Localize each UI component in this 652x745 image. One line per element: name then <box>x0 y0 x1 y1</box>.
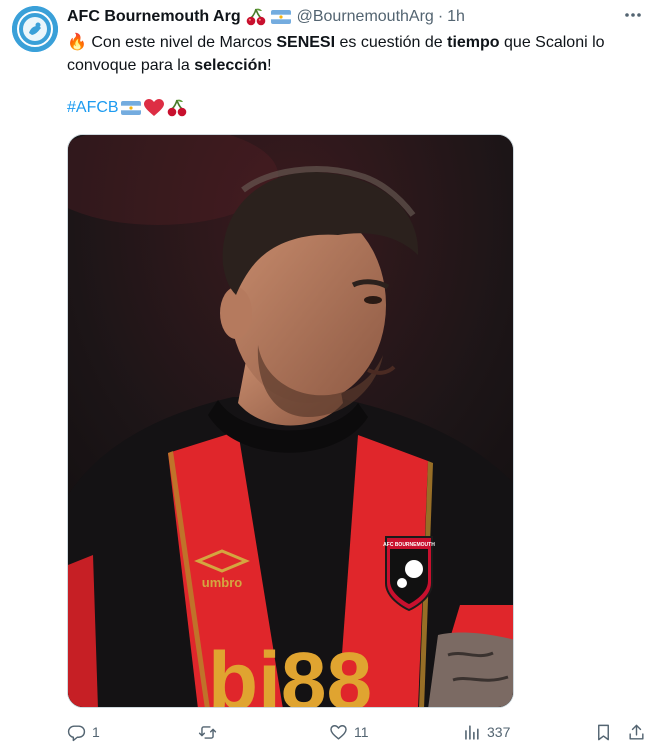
argentina-flag-icon <box>270 10 291 24</box>
hashtag-link[interactable]: #AFCB <box>67 96 119 120</box>
handle[interactable]: @BournemouthArg <box>297 8 434 26</box>
separator: · <box>437 8 444 25</box>
view-count: 337 <box>487 724 511 740</box>
more-icon[interactable] <box>622 4 644 26</box>
tweet-photo[interactable]: umbro AFC BOURNEMOUTH bi88 <box>67 134 514 708</box>
reply-icon <box>67 724 86 741</box>
like-icon <box>330 724 347 740</box>
argentina-flag-icon <box>120 101 141 115</box>
tweet-header: AFC Bournemouth Arg @BournemouthArg · 1h <box>67 6 465 28</box>
tweet-text: 🔥 Con este nivel de Marcos SENESI es cue… <box>67 34 605 74</box>
bookmark-icon <box>598 724 609 740</box>
timestamp[interactable]: 1h <box>447 8 465 26</box>
action-bar: 1 11 337 <box>67 720 647 744</box>
retweet-button[interactable] <box>198 720 223 744</box>
crest-text: AFC BOURNEMOUTH <box>383 542 435 548</box>
like-button[interactable]: 11 <box>329 720 369 744</box>
hashtag-line: #AFCB <box>67 96 187 120</box>
share-icon <box>629 724 644 740</box>
cherries-icon <box>167 99 187 117</box>
avatar[interactable] <box>12 6 58 52</box>
brand-text: umbro <box>202 575 243 590</box>
reply-button[interactable]: 1 <box>67 720 100 744</box>
share-button[interactable] <box>627 720 646 744</box>
views-icon <box>465 724 479 740</box>
retweet-icon <box>198 725 217 739</box>
sponsor-text: bi88 <box>208 636 372 708</box>
views-button[interactable]: 337 <box>462 720 510 744</box>
cherries-icon <box>246 8 266 26</box>
bookmark-button[interactable] <box>594 720 613 744</box>
tweet: AFC Bournemouth Arg @BournemouthArg · 1h <box>0 0 652 745</box>
display-name[interactable]: AFC Bournemouth Arg <box>67 8 241 26</box>
fire-icon: 🔥 <box>67 34 87 51</box>
like-count: 11 <box>354 724 369 740</box>
heart-emoji-icon <box>143 99 164 117</box>
reply-count: 1 <box>92 724 100 740</box>
